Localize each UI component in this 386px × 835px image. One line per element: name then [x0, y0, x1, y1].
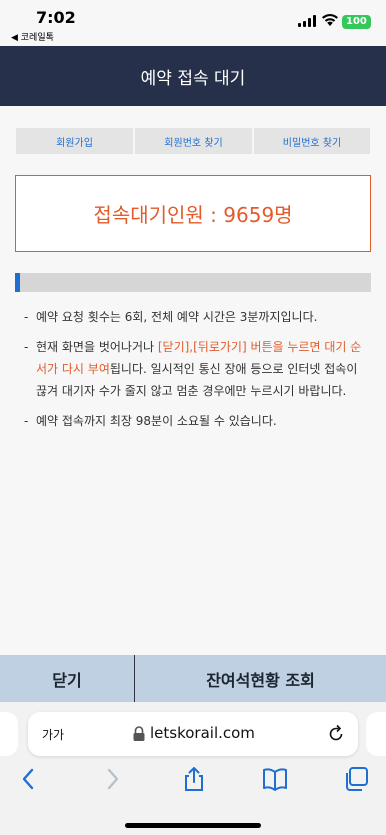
find-password-button[interactable]: 비밀번호 찾기	[254, 128, 370, 154]
signup-button[interactable]: 회원가입	[16, 128, 133, 154]
home-indicator	[125, 823, 261, 828]
notice-dash: -	[24, 414, 29, 428]
notice-text: 예약 접속까지 최장 98분이 소요될 수 있습니다.	[36, 414, 277, 428]
notice-text: 예약 요청 횟수는 6회, 전체 예약 시간은 3분까지입니다.	[36, 310, 318, 324]
status-bar: 7:02 ◀ 코레일톡 100	[0, 0, 386, 46]
page-settings-button[interactable]: 가가	[42, 726, 64, 743]
notice-list: - 예약 요청 횟수는 6회, 전체 예약 시간은 3분까지입니다. - 현재 …	[24, 306, 369, 440]
browser-chrome: 가가 letskorail.com	[0, 702, 386, 835]
lock-icon	[133, 726, 145, 741]
close-button[interactable]: 닫기	[0, 655, 135, 702]
remaining-seats-button[interactable]: 잔여석현황 조회	[135, 655, 386, 702]
bookmarks-icon[interactable]	[262, 766, 288, 792]
progress-fill	[15, 273, 21, 292]
forward-arrow-icon[interactable]	[99, 766, 125, 792]
next-tab-preview[interactable]	[366, 712, 386, 756]
notice-dash: -	[24, 310, 29, 324]
notice-item: - 현재 화면을 벗어나거나 [닫기],[뒤로가기] 버튼을 누르면 대기 순서…	[24, 336, 369, 402]
waiting-progress-bar	[15, 273, 371, 292]
notice-item: - 예약 접속까지 최장 98분이 소요될 수 있습니다.	[24, 410, 369, 432]
back-arrow-icon[interactable]	[16, 766, 42, 792]
notice-text: 현재 화면을 벗어나거나	[36, 340, 158, 354]
signal-icon	[298, 15, 316, 27]
share-icon[interactable]	[181, 766, 207, 792]
url-text: letskorail.com	[150, 724, 255, 742]
notice-dash: -	[24, 340, 29, 354]
page-header: 예약 접속 대기	[0, 46, 386, 106]
status-time: 7:02	[36, 8, 76, 27]
battery-indicator: 100	[342, 15, 371, 29]
bottom-action-bar: 닫기 잔여석현황 조회	[0, 655, 386, 702]
find-member-number-button[interactable]: 회원번호 찾기	[135, 128, 252, 154]
address-bar[interactable]: 가가 letskorail.com	[28, 712, 358, 756]
notice-item: - 예약 요청 횟수는 6회, 전체 예약 시간은 3분까지입니다.	[24, 306, 369, 328]
previous-tab-preview[interactable]	[0, 712, 18, 756]
back-to-app-link[interactable]: ◀ 코레일톡	[11, 30, 54, 43]
waiting-count-text: 접속대기인원 : 9659명	[93, 203, 293, 227]
page-title: 예약 접속 대기	[140, 68, 246, 89]
reload-icon[interactable]	[326, 724, 346, 744]
tabs-icon[interactable]	[343, 766, 369, 792]
waiting-count-box: 접속대기인원 : 9659명	[15, 175, 371, 252]
battery-cap	[369, 19, 371, 25]
wifi-icon	[322, 14, 338, 26]
